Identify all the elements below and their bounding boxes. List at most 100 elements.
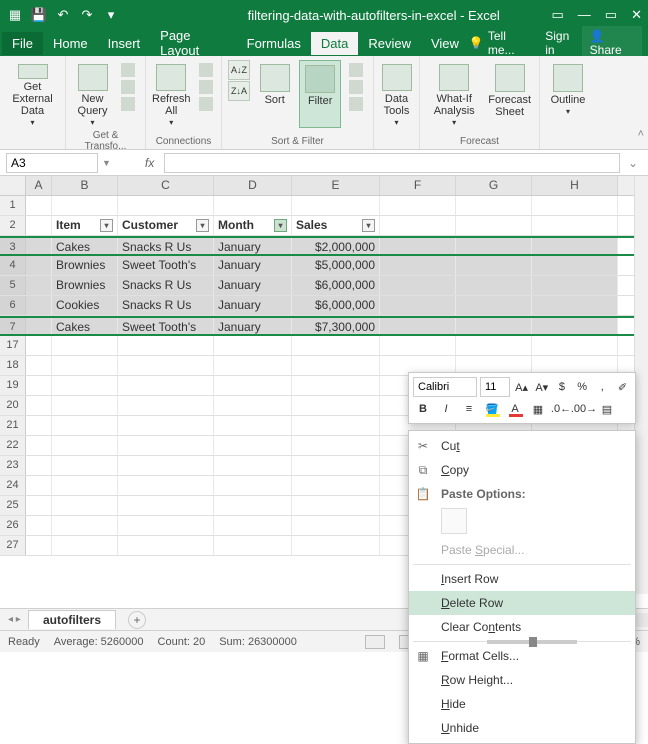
cell[interactable] [532, 238, 618, 254]
cell[interactable] [26, 516, 52, 535]
qat-customize-icon[interactable]: ▾ [102, 6, 120, 24]
cell[interactable] [456, 256, 532, 275]
cell[interactable] [52, 496, 118, 515]
cell[interactable] [456, 238, 532, 254]
cell[interactable]: Brownies [52, 256, 118, 275]
reapply-button[interactable] [345, 79, 367, 95]
cell[interactable]: January [214, 238, 292, 254]
sheet-nav-icon[interactable]: ◂ ▸ [8, 614, 21, 625]
ctx-delete-row[interactable]: Delete Row [409, 591, 635, 615]
table-column-header[interactable]: Month▾ [214, 216, 292, 235]
formula-input[interactable] [164, 153, 620, 173]
signin[interactable]: Sign in [545, 29, 577, 57]
accounting-format-icon[interactable]: $ [553, 377, 570, 397]
filter-dropdown-icon[interactable]: ▾ [196, 219, 209, 232]
cell[interactable]: January [214, 276, 292, 295]
cell[interactable] [292, 496, 380, 515]
cell[interactable] [214, 336, 292, 355]
cell[interactable] [26, 296, 52, 315]
cell[interactable] [26, 396, 52, 415]
cell[interactable] [118, 396, 214, 415]
cell[interactable] [292, 336, 380, 355]
get-external-data-button[interactable]: Get External Data▾ [6, 60, 59, 128]
row-header[interactable]: 24 [0, 476, 26, 495]
forecast-sheet-button[interactable]: Forecast Sheet [486, 60, 533, 128]
cell[interactable] [26, 456, 52, 475]
cell[interactable] [292, 396, 380, 415]
cell[interactable] [380, 256, 456, 275]
cell[interactable] [26, 356, 52, 375]
tab-home[interactable]: Home [43, 32, 98, 55]
comma-format-icon[interactable]: , [594, 377, 611, 397]
refresh-all-button[interactable]: Refresh All▾ [152, 60, 191, 128]
cell[interactable]: $5,000,000 [292, 256, 380, 275]
cell[interactable] [214, 396, 292, 415]
ctx-copy[interactable]: ⧉Copy [409, 458, 635, 482]
cell[interactable] [118, 376, 214, 395]
undo-icon[interactable]: ↶ [54, 6, 72, 24]
advanced-button[interactable] [345, 96, 367, 112]
cell[interactable]: $7,300,000 [292, 318, 380, 334]
collapse-ribbon-icon[interactable]: ˄ [638, 128, 644, 140]
col-F[interactable]: F [380, 176, 456, 195]
properties-icon[interactable] [199, 80, 213, 94]
cell[interactable] [380, 276, 456, 295]
row-header[interactable]: 23 [0, 456, 26, 475]
cell[interactable] [380, 196, 456, 215]
cell[interactable]: Sweet Tooth's [118, 256, 214, 275]
cell[interactable] [118, 416, 214, 435]
cell[interactable] [532, 318, 618, 334]
cell[interactable]: Snacks R Us [118, 238, 214, 254]
cell[interactable] [52, 376, 118, 395]
cell[interactable]: $6,000,000 [292, 296, 380, 315]
percent-format-icon[interactable]: % [574, 377, 591, 397]
cell[interactable] [52, 336, 118, 355]
cell[interactable] [214, 376, 292, 395]
cell[interactable] [26, 496, 52, 515]
row-header[interactable]: 22 [0, 436, 26, 455]
cell[interactable] [52, 436, 118, 455]
cell[interactable] [26, 276, 52, 295]
cell[interactable] [26, 536, 52, 555]
cell[interactable] [214, 416, 292, 435]
cell[interactable] [118, 456, 214, 475]
view-normal-icon[interactable] [365, 635, 385, 649]
cell[interactable] [26, 436, 52, 455]
cell[interactable] [214, 476, 292, 495]
cell[interactable] [532, 196, 618, 215]
table-column-header[interactable]: Customer▾ [118, 216, 214, 235]
cell[interactable] [214, 456, 292, 475]
cell[interactable] [292, 356, 380, 375]
namebox-dropdown-icon[interactable]: ▼ [102, 158, 111, 168]
new-query-button[interactable]: New Query▾ [72, 60, 113, 128]
table-column-header[interactable]: Item▾ [52, 216, 118, 235]
tab-file[interactable]: File [2, 32, 43, 55]
cell[interactable] [26, 376, 52, 395]
sheet-tab-autofilters[interactable]: autofilters [28, 610, 116, 629]
col-B[interactable]: B [52, 176, 118, 195]
cell[interactable] [118, 356, 214, 375]
font-family-select[interactable] [413, 377, 477, 397]
cell[interactable] [532, 216, 618, 235]
cell[interactable] [214, 536, 292, 555]
cell[interactable]: $2,000,000 [292, 238, 380, 254]
row-header[interactable]: 18 [0, 356, 26, 375]
cell[interactable] [118, 536, 214, 555]
cell[interactable] [26, 318, 52, 334]
cell[interactable] [118, 196, 214, 215]
paste-option-1[interactable] [441, 508, 467, 534]
what-if-button[interactable]: What-If Analysis▾ [426, 60, 482, 128]
row-header[interactable]: 7 [0, 318, 26, 334]
bold-icon[interactable]: B [413, 399, 433, 419]
cell[interactable]: $6,000,000 [292, 276, 380, 295]
ctx-clear-contents[interactable]: Clear Contents [409, 615, 635, 639]
align-icon[interactable]: ≡ [459, 399, 479, 419]
cell[interactable]: Cakes [52, 318, 118, 334]
minimize-icon[interactable]: — [578, 7, 591, 23]
cell[interactable] [292, 456, 380, 475]
name-box[interactable] [6, 153, 98, 173]
show-queries-icon[interactable] [121, 63, 135, 77]
sort-asc-icon[interactable]: A↓Z [228, 60, 250, 80]
cell[interactable] [380, 318, 456, 334]
filter-dropdown-icon[interactable]: ▾ [274, 219, 287, 232]
